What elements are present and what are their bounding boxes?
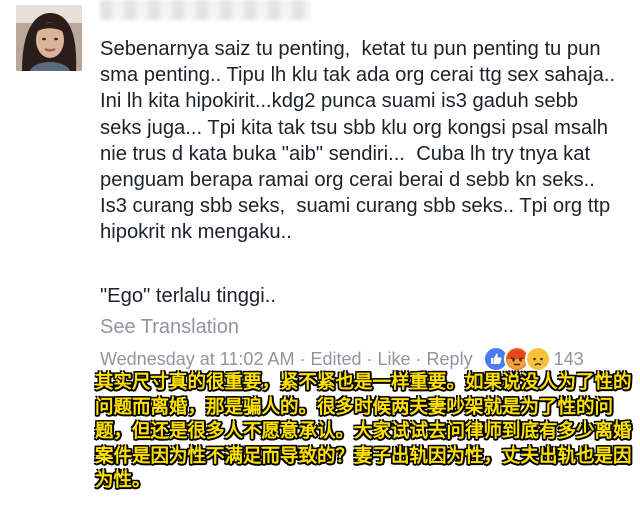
comment-meta-bar: Wednesday at 11:02 AM · Edited · Like · … — [100, 346, 584, 372]
comment-text: Sebenarnya saiz tu penting, ketat tu pun… — [100, 38, 621, 244]
comment-text-last-line: "Ego" terlalu tinggi.. — [100, 285, 276, 307]
separator: · — [415, 348, 422, 369]
sad-reaction-icon — [524, 346, 551, 372]
separator: · — [299, 348, 306, 369]
separator: · — [366, 348, 373, 369]
see-translation-link[interactable]: See Translation — [100, 316, 239, 339]
edited-label[interactable]: Edited — [310, 349, 361, 370]
profile-photo — [16, 5, 82, 71]
avatar[interactable] — [16, 5, 82, 71]
chinese-translation-caption: 其实尺寸真的很重要，紧不紧也是一样重要。如果说没人为了性的问题而离婚，那是骗人的… — [95, 372, 632, 491]
redacted-name — [100, 0, 310, 20]
like-button[interactable]: Like — [378, 349, 411, 370]
reactions-summary[interactable]: 143 — [482, 346, 584, 372]
reaction-count: 143 — [553, 348, 584, 369]
reply-button[interactable]: Reply — [427, 349, 473, 370]
timestamp[interactable]: Wednesday at 11:02 AM — [100, 349, 294, 370]
